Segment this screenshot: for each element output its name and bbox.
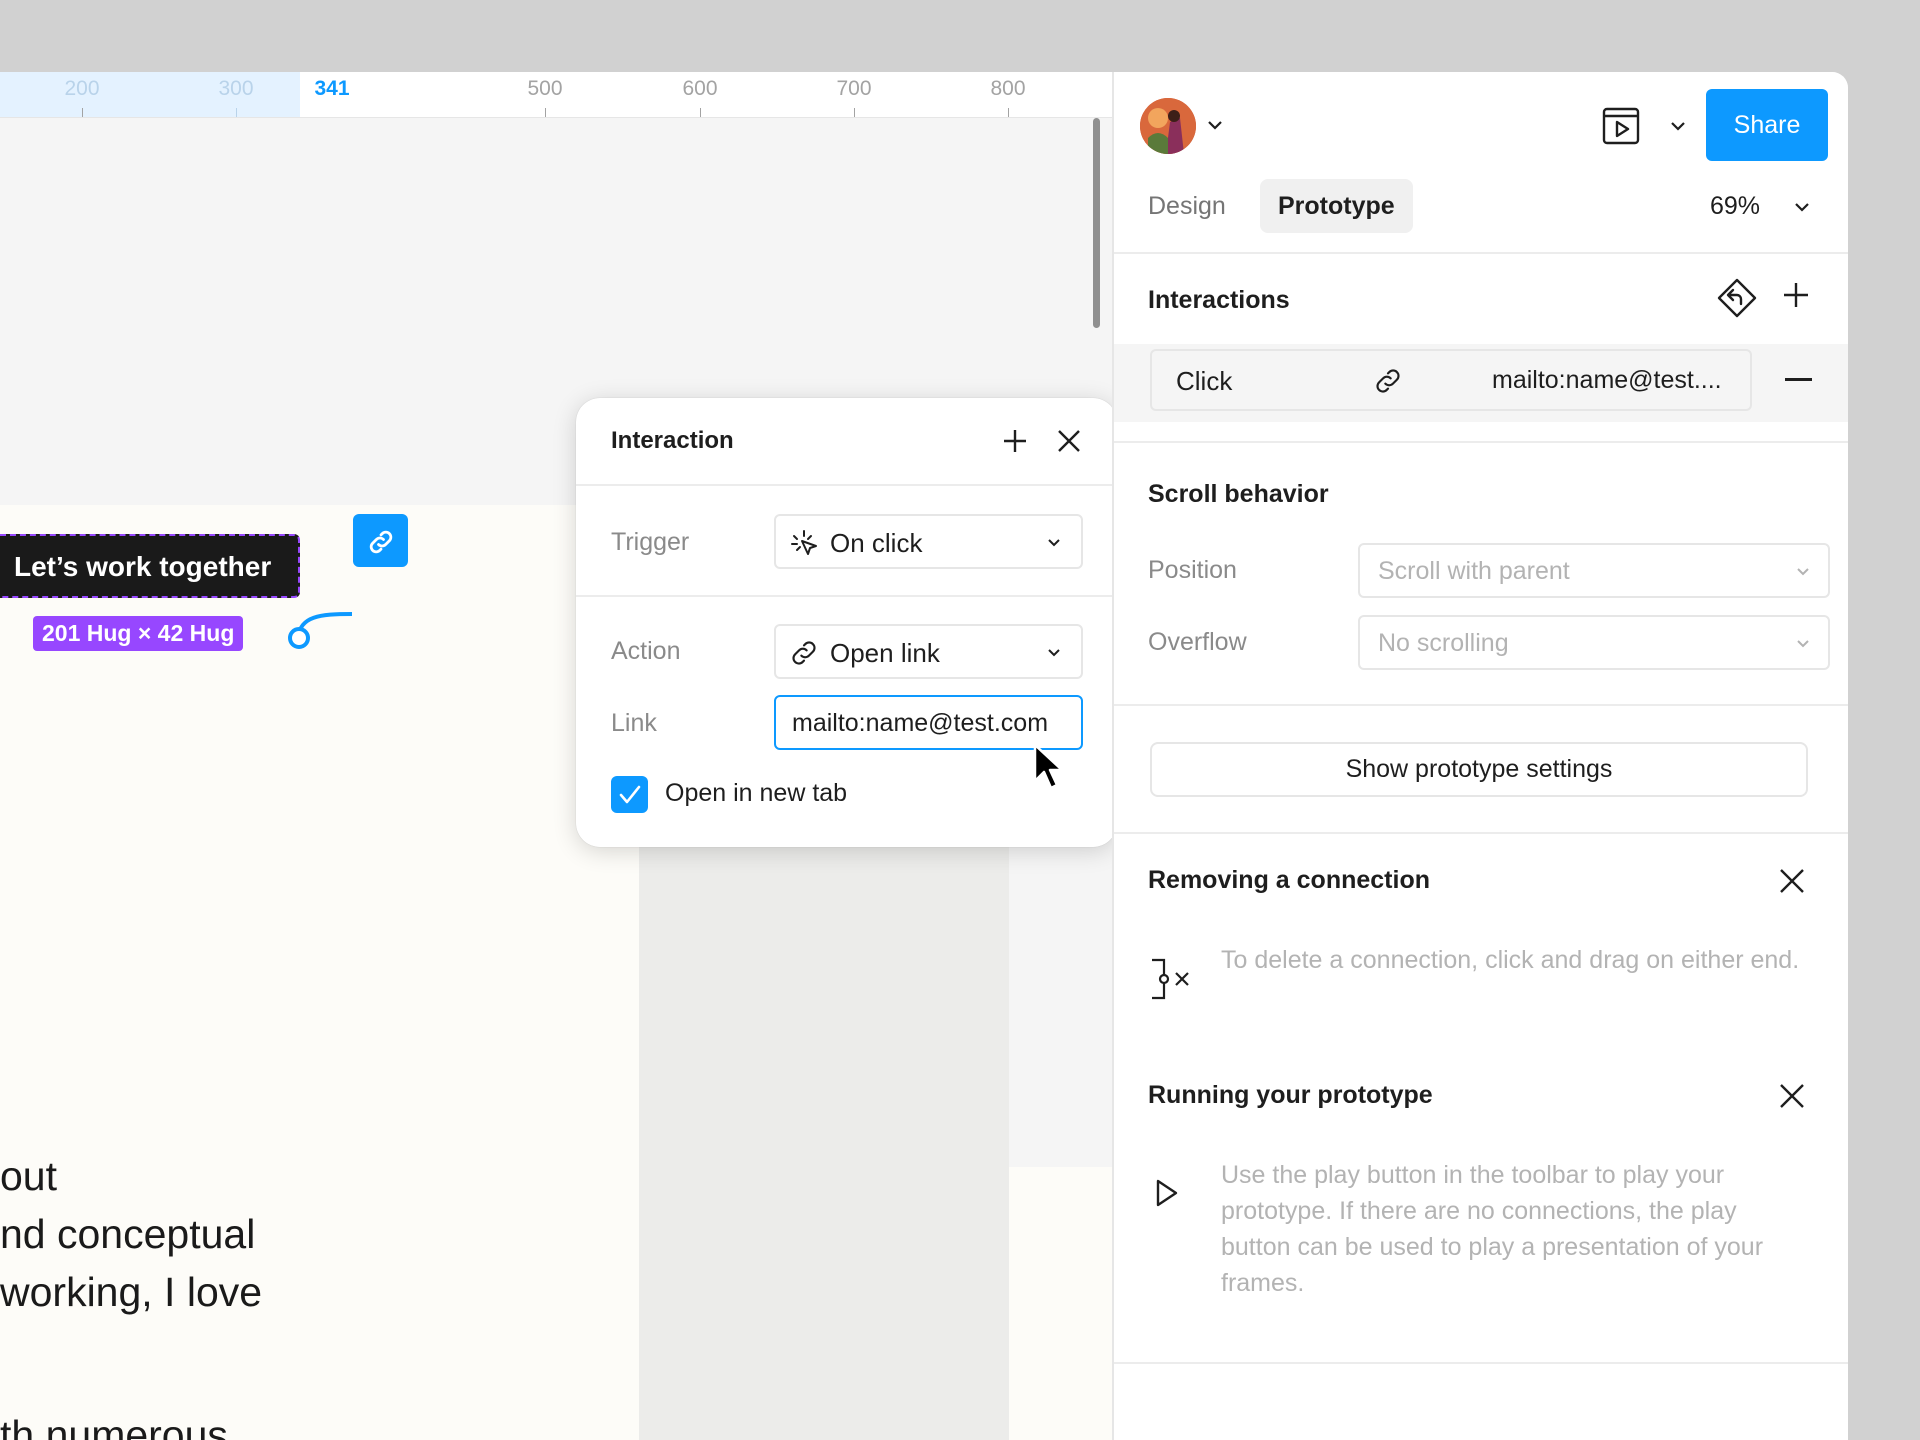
size-badge: 201 Hug × 42 Hug [33,616,244,651]
body-text-line: nd conceptual [0,1211,256,1257]
cursor-click-icon [791,530,817,555]
trigger-label: Trigger [611,528,690,556]
interaction-trigger: Click [1176,366,1233,396]
body-text-line: out [0,1153,57,1199]
position-select[interactable]: Scroll with parent [1358,543,1830,598]
frame-gray-column [639,765,1009,1440]
mouse-cursor-icon [1033,743,1064,790]
chevron-down-icon[interactable] [1670,121,1686,131]
frame-background-right [1009,1167,1112,1440]
position-label: Position [1148,556,1237,584]
tip-title-running-prototype: Running your prototype [1148,1081,1433,1109]
body-text-line: th numerous [0,1412,228,1440]
ruler-tick-mark [545,108,546,117]
interaction-destination: mailto:name@test.... [1492,366,1722,394]
ruler-tick: 800 [990,77,1026,100]
connection-handle[interactable] [288,627,310,649]
divider [576,595,1112,597]
share-button[interactable]: Share [1706,89,1828,161]
trigger-select[interactable]: On click [774,514,1083,569]
present-icon[interactable] [1601,106,1641,146]
ruler-tick-mark [82,108,83,117]
avatar-photo [1140,98,1196,154]
tip-title-removing-connection: Removing a connection [1148,866,1430,894]
tab-prototype[interactable]: Prototype [1260,179,1413,233]
ruler-selection-range [0,72,300,117]
chevron-down-icon[interactable] [1794,202,1810,212]
popover-title: Interaction [611,427,734,454]
overflow-label: Overflow [1148,628,1247,656]
ruler-tick: 200 [64,77,100,100]
link-icon [792,641,816,665]
overflow-value: No scrolling [1378,629,1509,657]
tip-text-running-prototype: Use the play button in the toolbar to pl… [1221,1161,1764,1297]
ruler-tick-mark [700,108,701,117]
interactions-title: Interactions [1148,286,1290,314]
ruler-tick: 600 [682,77,718,100]
canvas-scrollbar[interactable] [1093,118,1100,328]
ruler-tick: 700 [836,77,872,100]
position-value: Scroll with parent [1378,557,1570,585]
interaction-row[interactable]: Click mailto:name@test.... [1150,349,1752,411]
overflow-select[interactable]: No scrolling [1358,615,1830,670]
action-label: Action [611,637,681,665]
divider [1114,252,1848,254]
design-canvas[interactable]: 200 300 341 500 600 700 800 Let’s work t… [0,72,1112,1440]
link-icon [369,530,393,554]
chevron-down-icon [1797,568,1809,576]
link-icon [1376,369,1400,393]
chevron-down-icon [1048,539,1060,547]
chevron-down-icon [1048,649,1060,657]
disconnect-icon [1152,958,1189,1000]
open-new-tab-checkbox[interactable] [611,776,648,813]
play-icon [1156,1179,1178,1207]
zoom-level[interactable]: 69% [1710,192,1760,221]
flow-starting-point-icon[interactable] [1715,276,1759,320]
tip-text-removing-connection: To delete a connection, click and drag o… [1221,946,1800,974]
figma-window: 200 300 341 500 600 700 800 Let’s work t… [0,72,1848,1440]
divider [1114,1362,1848,1364]
close-icon[interactable] [1778,1082,1806,1110]
horizontal-ruler: 200 300 341 500 600 700 800 [0,72,1112,118]
scroll-behavior-title: Scroll behavior [1148,480,1329,508]
divider [1114,832,1848,834]
close-icon[interactable] [1056,428,1082,454]
divider [1114,441,1848,443]
open-new-tab-label[interactable]: Open in new tab [665,779,847,808]
chevron-down-icon [1797,640,1809,648]
chevron-down-icon[interactable] [1207,120,1223,130]
link-label: Link [611,709,657,737]
body-text-line: working, I love [0,1269,263,1315]
ruler-tick: 500 [527,77,563,100]
ruler-tick-mark [854,108,855,117]
link-connection-badge[interactable] [353,514,408,567]
avatar[interactable] [1140,98,1196,154]
action-select[interactable]: Open link [774,624,1083,679]
divider [1114,704,1848,706]
action-value: Open link [830,638,940,668]
remove-interaction-icon[interactable] [1785,378,1812,381]
ruler-tick-mark [1008,108,1009,117]
add-icon[interactable] [1781,280,1811,310]
properties-panel: Share Design Prototype 69% Interactions … [1112,72,1848,1440]
show-prototype-settings-button[interactable]: Show prototype settings [1150,742,1808,797]
selected-cta-button[interactable]: Let’s work together [0,534,300,598]
ruler-tick-active: 341 [314,77,350,100]
divider [576,484,1112,486]
add-icon[interactable] [1001,427,1029,455]
tab-design[interactable]: Design [1130,179,1244,233]
checkmark-icon [619,785,641,804]
ruler-tick-mark [236,108,237,117]
close-icon[interactable] [1778,867,1806,895]
trigger-value: On click [830,528,923,558]
ruler-tick: 300 [218,77,254,100]
